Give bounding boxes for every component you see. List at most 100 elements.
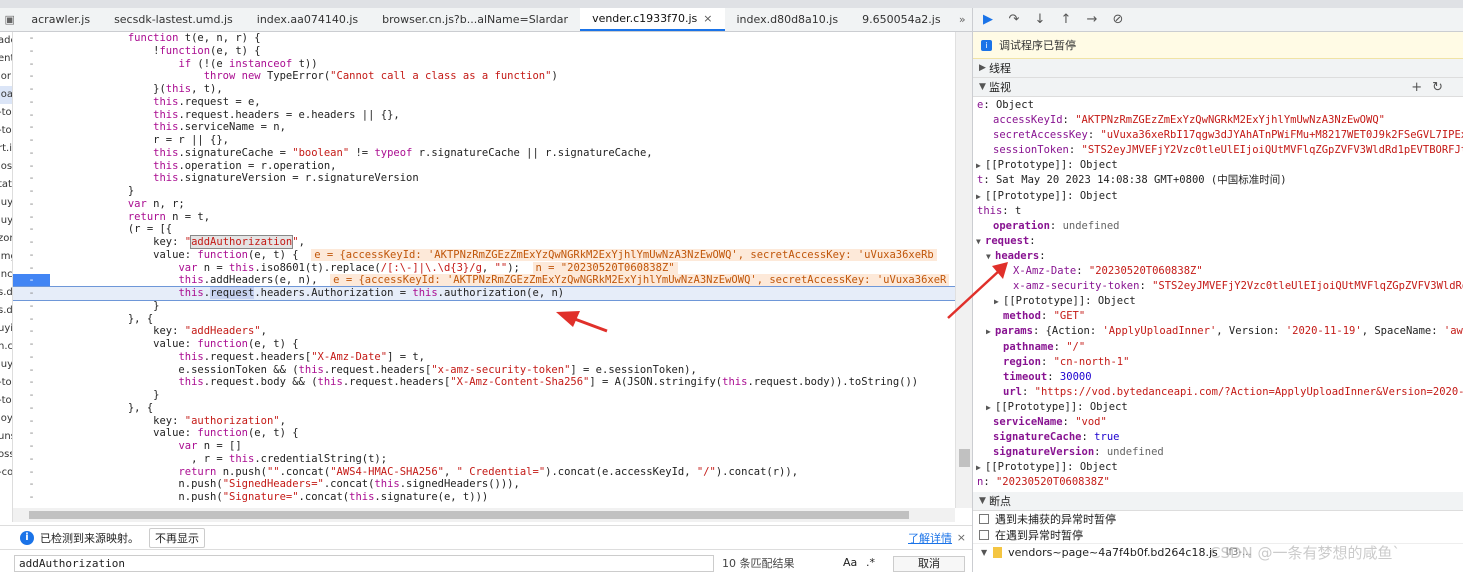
line-gutter[interactable]: - [13,83,50,96]
line-gutter[interactable]: - [13,223,50,236]
line-gutter[interactable]: - [13,376,50,389]
code-line[interactable]: - }, { [13,402,955,415]
line-gutter[interactable]: - [13,453,50,466]
code-line[interactable]: - } [13,300,955,313]
code-line[interactable]: - if (!(e instanceof t)) [13,58,955,71]
step-icon[interactable]: → [1083,12,1101,27]
code-line[interactable]: - , r = this.credentialString(t); [13,453,955,466]
watch-entry[interactable]: x-amz-security-token: "STS2eyJMVEFjY2Vzc… [973,279,1463,294]
step-over-icon[interactable]: ↷ [1005,12,1023,27]
expand-right-icon[interactable]: ▶ [986,324,991,339]
tree-item[interactable]: luy [0,212,12,230]
toggle-navigator-icon[interactable]: ▣ [0,8,19,31]
step-out-icon[interactable]: ↑ [1057,12,1075,27]
code-line[interactable]: - !function(e, t) { [13,45,955,58]
watch-section-header[interactable]: ▼ 监视 +↻ [973,78,1463,97]
expand-right-icon[interactable]: ▶ [976,158,981,173]
line-gutter[interactable]: - [13,402,50,415]
expand-right-icon[interactable]: ▶ [994,294,999,309]
code-line[interactable]: - this.operation = r.operation, [13,160,955,173]
watch-entry[interactable]: ▼ e: Object [973,98,1463,113]
watch-entry[interactable]: url: "https://vod.bytedanceapi.com/?Acti… [973,385,1463,400]
code-line[interactable]: - }, { [13,313,955,326]
line-gutter[interactable]: - [13,172,50,185]
threads-section-header[interactable]: ▶ 线程 [973,59,1463,78]
code-line[interactable]: - key: "addHeaders", [13,325,955,338]
line-gutter[interactable]: - [13,58,50,71]
watch-entry[interactable]: signatureVersion: undefined [973,445,1463,460]
line-gutter[interactable]: - [13,134,50,147]
expand-down-icon[interactable]: ▼ [972,173,973,188]
tree-item[interactable]: -to [0,374,12,392]
search-input[interactable] [14,555,714,572]
expand-down-icon[interactable]: ▼ [986,249,991,264]
code-line[interactable]: - key: "authorization", [13,415,955,428]
watch-entry[interactable]: timeout: 30000 [973,370,1463,385]
refresh-icon[interactable]: ↻ [1432,80,1453,95]
tree-item[interactable]: loa [0,86,12,104]
tree-item[interactable]: uyi [0,320,12,338]
breakpoint-line[interactable]: - this.addHeaders(e, n), e = {accessKeyI… [13,274,955,287]
tree-item[interactable]: lor [0,68,12,86]
cancel-search-button[interactable]: 取消 [893,556,965,572]
regex-button[interactable]: .* [866,556,875,569]
line-gutter[interactable]: - [13,185,50,198]
tree-item[interactable]: ios [0,158,12,176]
line-gutter[interactable]: - [13,121,50,134]
code-line[interactable]: - return n.push("".concat("AWS4-HMAC-SHA… [13,466,955,479]
code-line[interactable]: - value: function(e, t) { [13,427,955,440]
line-gutter[interactable]: - [13,338,50,351]
watch-entry[interactable]: n: "20230520T060838Z" [973,475,1463,490]
tree-item[interactable]: -to [0,122,12,140]
tree-item[interactable]: adc [0,32,12,50]
editor-vertical-scrollbar[interactable] [955,32,972,508]
checkbox[interactable] [979,514,989,525]
watch-entry[interactable]: ▼ request: [973,234,1463,249]
watch-entry[interactable]: ▶ [[Prototype]]: Object [973,460,1463,475]
tree-item[interactable]: inc [0,266,12,284]
code-line[interactable]: - this.serviceName = n, [13,121,955,134]
watch-entry[interactable]: ▶ [[Prototype]]: Object [973,158,1463,173]
line-gutter[interactable]: - [13,389,50,402]
expand-down-icon[interactable]: ▼ [972,98,973,113]
expand-right-icon[interactable]: ▶ [976,460,981,475]
line-gutter[interactable]: - [13,287,50,300]
line-gutter[interactable]: - [13,325,50,338]
tree-item[interactable]: s.d [0,284,12,302]
watch-entry[interactable]: operation: undefined [973,219,1463,234]
line-gutter[interactable]: - [13,427,50,440]
scrollbar-thumb[interactable] [959,449,970,467]
source-tab[interactable]: secsdk-lastest.umd.js [102,8,245,31]
source-tab[interactable]: index.aa074140.js [245,8,370,31]
source-tab[interactable]: vender.c1933f70.js × [580,8,725,31]
close-icon[interactable]: × [957,531,966,544]
line-gutter[interactable]: - [13,313,50,326]
code-line[interactable]: - key: "addAuthorization", [13,235,955,249]
watch-entry[interactable]: signatureCache: true [973,430,1463,445]
line-gutter[interactable]: - [13,262,50,275]
watch-entry[interactable]: ▶ [[Prototype]]: Object [973,400,1463,415]
tree-item[interactable]: uns [0,428,12,446]
code-line[interactable]: - var n, r; [13,198,955,211]
code-line[interactable]: - e.sessionToken && (this.request.header… [13,364,955,377]
code-line[interactable]: - var n = this.iso8601(t).replace(/[:\-]… [13,261,955,275]
watch-entry[interactable]: ▶ params: {Action: 'ApplyUploadInner', Ve… [973,324,1463,339]
line-gutter[interactable]: - [13,211,50,224]
line-gutter[interactable]: - [13,466,50,479]
code-line[interactable]: - value: function(e, t) { [13,338,955,351]
line-gutter[interactable]: - [13,351,50,364]
code-line[interactable]: - n.push("SignedHeaders=".concat(this.si… [13,478,955,491]
tree-item[interactable]: -co [0,464,12,482]
line-gutter[interactable]: - [13,198,50,211]
code-line[interactable]: - this.request.headers = e.headers || {}… [13,109,955,122]
code-line[interactable]: - value: function(e, t) { e = {accessKey… [13,248,955,262]
close-tab-icon[interactable]: × [703,12,712,25]
tree-item[interactable]: loy [0,410,12,428]
watch-entry[interactable]: sessionToken: "STS2eyJMVEFjY2Vzc0tleUlEI… [973,143,1463,158]
code-line[interactable]: - this.signatureVersion = r.signatureVer… [13,172,955,185]
scrollbar-thumb[interactable] [29,511,909,519]
more-tabs-button[interactable]: » [953,8,972,31]
tree-item[interactable]: zor [0,230,12,248]
watch-entry[interactable]: region: "cn-north-1" [973,355,1463,370]
code-line[interactable]: - }(this, t), [13,83,955,96]
